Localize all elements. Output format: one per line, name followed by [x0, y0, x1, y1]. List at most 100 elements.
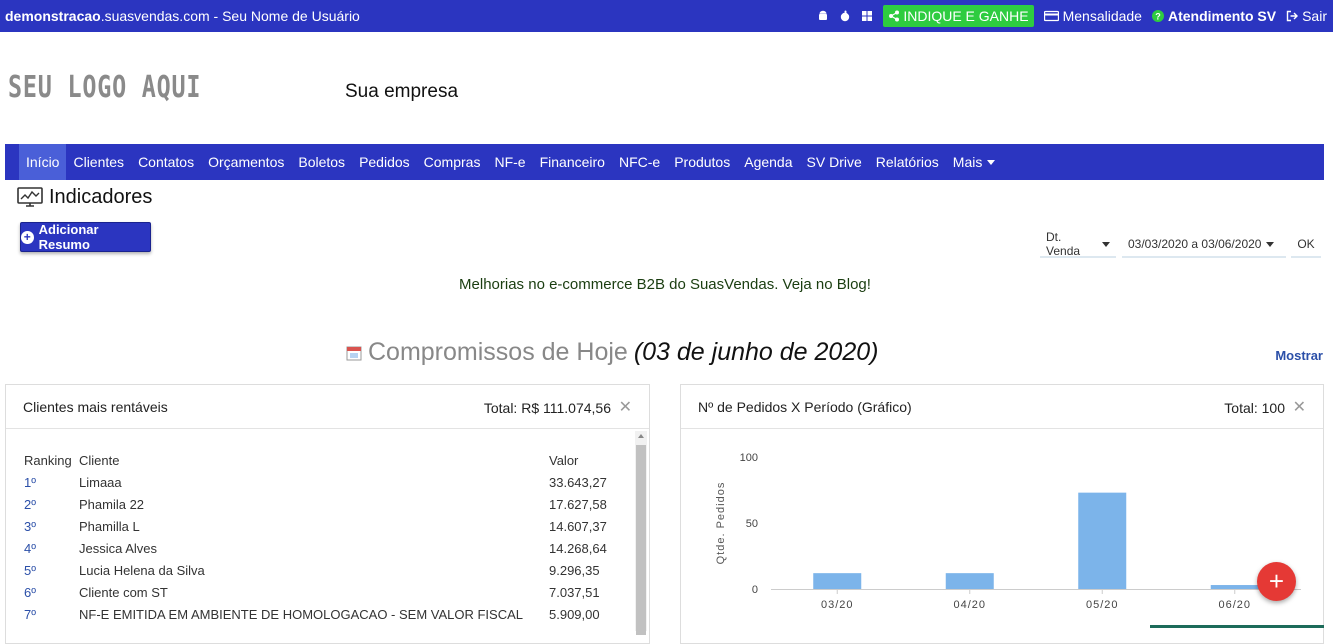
client-cell: Cliente com ST [79, 584, 168, 600]
sign-out-icon [1286, 10, 1299, 22]
apple-icon[interactable] [839, 10, 851, 22]
x-tick-label: 05/20 [1086, 599, 1119, 611]
rank-cell: 5º [24, 562, 36, 578]
column-header: Valor [549, 452, 579, 468]
client-cell: Lucia Helena da Silva [79, 562, 205, 578]
vertical-scrollbar[interactable] [635, 431, 647, 635]
company-name: Sua empresa [345, 81, 459, 102]
client-cell: Jessica Alves [79, 540, 158, 556]
compromissos-title: Compromissos de Hoje [368, 338, 628, 366]
user-name: - Seu Nome de Usuário [209, 8, 360, 24]
nav-item-produtos[interactable]: Produtos [667, 144, 737, 180]
nav-item-sv-drive[interactable]: SV Drive [800, 144, 869, 180]
x-tick-label: 03/20 [821, 599, 854, 611]
monitor-chart-icon [17, 186, 43, 207]
credit-card-icon [1043, 10, 1059, 22]
nav-item-pedidos[interactable]: Pedidos [352, 144, 417, 180]
nav-item-nfce[interactable]: NFC-e [612, 144, 667, 180]
rank-cell: 3º [24, 518, 36, 534]
nav-item-compras[interactable]: Compras [417, 144, 488, 180]
client-cell: NF-E EMITIDA EM AMBIENTE DE HOMOLOGACAO … [79, 606, 523, 622]
table-row[interactable]: 5º Lucia Helena da Silva 9.296,35 [24, 559, 629, 581]
bar-03-20 [813, 573, 862, 589]
table-header-row: Ranking Cliente Valor [24, 449, 629, 471]
value-cell: 9.296,35 [549, 562, 600, 578]
rank-cell: 7º [24, 606, 36, 622]
android-icon[interactable] [817, 10, 829, 22]
scroll-up-arrow-icon[interactable] [638, 434, 644, 438]
nav-item-orcamentos[interactable]: Orçamentos [201, 144, 291, 180]
caret-down-icon [1266, 241, 1275, 247]
atendimento-link[interactable]: ? Atendimento SV [1151, 8, 1276, 24]
scrollbar-thumb[interactable] [636, 445, 646, 635]
nav-item-relatorios[interactable]: Relatórios [869, 144, 946, 180]
nav-mais-label: Mais [952, 154, 983, 170]
main-nav: Início Clientes Contatos Orçamentos Bole… [5, 144, 1324, 180]
date-range-select[interactable]: 03/03/2020 a 03/06/2020 [1122, 232, 1286, 258]
y-tick-label: 100 [740, 452, 758, 464]
close-icon[interactable]: ✕ [619, 397, 632, 417]
date-type-value: Dt. Venda [1046, 230, 1081, 258]
mensalidade-link[interactable]: Mensalidade [1043, 8, 1142, 24]
date-type-select[interactable]: Dt. Venda [1040, 230, 1116, 258]
nav-item-boletos[interactable]: Boletos [291, 144, 352, 180]
x-tick-label: 04/20 [953, 599, 986, 611]
clientes-rentaveis-panel: Clientes mais rentáveis Total: R$ 111.07… [5, 384, 650, 644]
windows-icon[interactable] [861, 10, 873, 22]
y-tick-label: 0 [752, 584, 758, 596]
pedidos-bar-chart: Qtde. Pedidos 0 50 100 03/20 04/20 05/20 06/20 [715, 452, 1301, 611]
table-row[interactable]: 7º NF-E EMITIDA EM AMBIENTE DE HOMOLOGACA… [24, 603, 629, 625]
caret-down-icon [1102, 241, 1110, 247]
ok-button[interactable]: OK [1291, 232, 1321, 258]
clientes-table: Ranking Cliente Valor 1º Limaaa 33.643,27 … [24, 449, 629, 625]
y-axis-label: Qtde. Pedidos [715, 482, 727, 565]
domain-name: demonstracao [5, 8, 101, 24]
value-cell: 5.909,00 [549, 606, 600, 622]
nav-item-mais[interactable]: Mais [946, 144, 1003, 180]
indique-e-ganhe-button[interactable]: INDIQUE E GANHE [883, 5, 1034, 27]
client-cell: Phamila 22 [79, 496, 145, 512]
nav-item-inicio[interactable]: Início [19, 144, 67, 180]
bar-05-20 [1078, 492, 1127, 589]
rank-cell: 6º [24, 584, 36, 600]
mostrar-link[interactable]: Mostrar [1275, 348, 1323, 363]
bar-04-20 [945, 573, 994, 589]
nav-item-agenda[interactable]: Agenda [737, 144, 799, 180]
value-cell: 7.037,51 [549, 584, 600, 600]
domain-suffix: .suasvendas.com [100, 8, 210, 24]
close-icon[interactable]: ✕ [1293, 397, 1306, 417]
news-banner[interactable]: Melhorias no e-commerce B2B do SuasVenda… [0, 276, 1330, 293]
client-cell: Phamilla L [79, 518, 140, 534]
table-row[interactable]: 2º Phamila 22 17.627,58 [24, 493, 629, 515]
rank-cell: 2º [24, 496, 36, 512]
table-row[interactable]: 1º Limaaa 33.643,27 [24, 471, 629, 493]
nav-item-financeiro[interactable]: Financeiro [533, 144, 612, 180]
nav-item-clientes[interactable]: Clientes [66, 144, 131, 180]
add-summary-button[interactable]: + Adicionar Resumo [20, 222, 151, 252]
page-header: Indicadores [17, 186, 152, 209]
help-icon: ? [1151, 10, 1164, 22]
account-info: demonstracao.suasvendas.com - Seu Nome d… [5, 8, 360, 24]
pedidos-periodo-panel: Nº de Pedidos X Período (Gráfico) Total:… [680, 384, 1324, 644]
floating-add-button[interactable]: + [1257, 562, 1296, 601]
rank-cell: 4º [24, 540, 36, 556]
compromissos-date: (03 de junho de 2020) [633, 338, 879, 366]
rank-cell: 1º [24, 474, 36, 490]
sair-link[interactable]: Sair [1286, 8, 1327, 24]
table-row[interactable]: 6º Cliente com ST 7.037,51 [24, 581, 629, 603]
table-row[interactable]: 4º Jessica Alves 14.268,64 [24, 537, 629, 559]
table-row[interactable]: 3º Phamilla L 14.607,37 [24, 515, 629, 537]
plus-circle-icon: + [21, 230, 34, 244]
nav-item-nfe[interactable]: NF-e [487, 144, 532, 180]
date-range-value: 03/03/2020 a 03/06/2020 [1128, 237, 1262, 251]
svg-text:?: ? [1155, 12, 1161, 22]
sair-label: Sair [1302, 8, 1327, 24]
add-summary-label: Adicionar Resumo [38, 222, 99, 252]
indique-label: INDIQUE E GANHE [903, 8, 1029, 24]
value-cell: 14.607,37 [549, 518, 607, 534]
nav-item-contatos[interactable]: Contatos [131, 144, 201, 180]
y-tick-label: 50 [746, 518, 758, 530]
compromissos-header: Compromissos de Hoje (03 de junho de 202… [346, 338, 878, 367]
value-cell: 14.268,64 [549, 540, 607, 556]
column-header: Cliente [79, 452, 120, 468]
